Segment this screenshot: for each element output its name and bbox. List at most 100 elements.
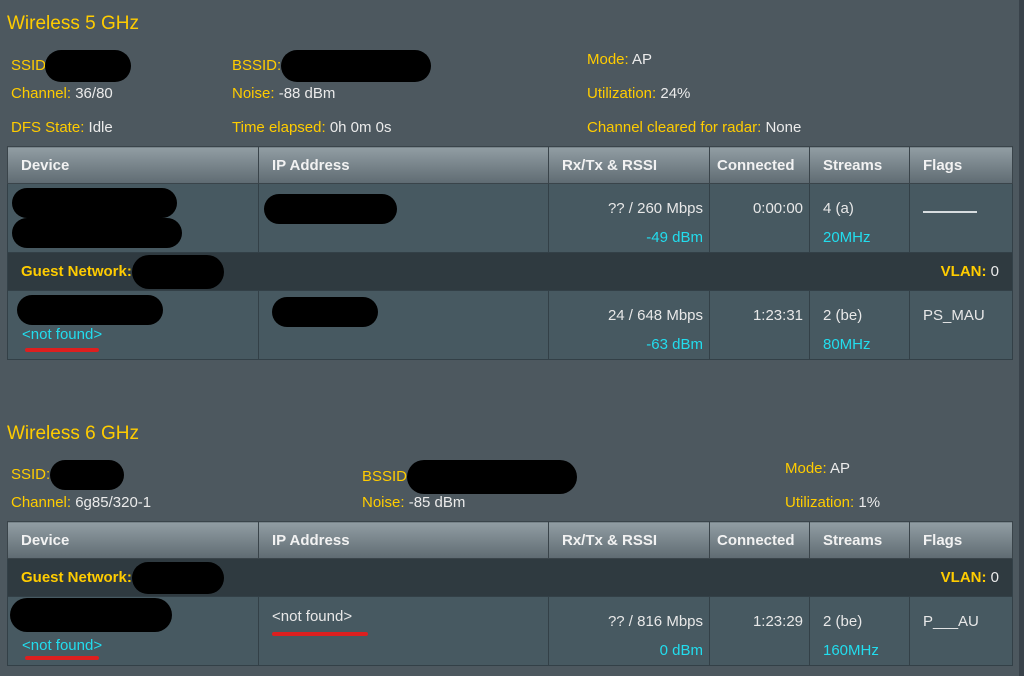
red-underline-annotation	[25, 348, 99, 352]
flags-cell: P___AU	[909, 596, 1013, 666]
clients-table-5ghz: Device IP Address Rx/Tx & RSSI Connected…	[7, 146, 1013, 360]
ip-cell	[258, 183, 549, 253]
table-row: ?? / 260 Mbps -49 dBm 0:00:00 4 (a) 20MH…	[7, 183, 1013, 253]
connected-cell: 1:23:31	[709, 290, 810, 360]
ssid-label: SSID	[11, 56, 47, 74]
dfs-label: DFS State:	[11, 119, 85, 136]
streams-cell: 2 (be) 160MHz	[809, 596, 910, 666]
redacted-device-name	[10, 598, 172, 632]
noise-value: -85 dBm	[408, 494, 466, 511]
ip-cell: <not found>	[258, 596, 549, 666]
col-streams[interactable]: Streams	[809, 146, 910, 184]
rate-cell: ?? / 816 Mbps 0 dBm	[548, 596, 710, 666]
rssi-value: -63 dBm	[646, 336, 703, 353]
noise-5ghz: Noise: -88 dBm	[232, 85, 335, 102]
channel-label: Channel:	[11, 494, 72, 511]
radar-cleared-5ghz: Channel cleared for radar: None	[587, 119, 801, 136]
noise-6ghz: Noise: -85 dBm	[362, 494, 465, 511]
mode-6ghz: Mode: AP	[785, 460, 850, 477]
mode-label: Mode:	[785, 460, 827, 477]
red-underline-annotation	[25, 656, 99, 660]
col-ip-address[interactable]: IP Address	[258, 521, 549, 559]
col-flags[interactable]: Flags	[909, 146, 1013, 184]
bssid-label: BSSID	[362, 467, 408, 485]
col-flags[interactable]: Flags	[909, 521, 1013, 559]
red-underline-annotation	[272, 632, 368, 636]
utilization-label: Utilization:	[785, 494, 855, 511]
mode-value: AP	[830, 460, 851, 477]
rate-value: ?? / 260 Mbps	[607, 200, 703, 217]
col-ip-address[interactable]: IP Address	[258, 146, 549, 184]
bssid-5ghz: BSSID:	[232, 50, 432, 82]
table-row: <not found> 24 / 648 Mbps -63 dBm 1:23:3…	[7, 290, 1013, 360]
bssid-label: BSSID:	[232, 56, 282, 74]
connected-cell: 1:23:29	[709, 596, 810, 666]
guest-network-label: Guest Network:	[21, 262, 132, 280]
device-not-found: <not found>	[22, 326, 103, 343]
utilization-6ghz: Utilization: 1%	[785, 494, 880, 511]
vlan-value: 0	[990, 263, 999, 280]
mode-5ghz: Mode: AP	[587, 51, 652, 68]
device-cell	[7, 183, 259, 253]
connected-value: 1:23:29	[752, 613, 803, 630]
streams-value: 4 (a)	[823, 200, 854, 217]
radar-label: Channel cleared for radar:	[587, 119, 762, 136]
rssi-value: -49 dBm	[646, 229, 703, 246]
rate-cell: ?? / 260 Mbps -49 dBm	[548, 183, 710, 253]
channel-value: 6g85/320-1	[75, 494, 152, 511]
window-edge	[1019, 0, 1024, 676]
ssid-label: SSID:	[11, 465, 51, 483]
col-connected[interactable]: Connected	[709, 521, 810, 559]
flags-cell	[909, 183, 1013, 253]
guest-network-row: Guest Network: VLAN: 0	[7, 558, 1013, 597]
channel-label: Channel:	[11, 85, 72, 102]
mode-value: AP	[632, 51, 653, 68]
bssid-6ghz: BSSID	[362, 460, 578, 494]
noise-value: -88 dBm	[278, 85, 336, 102]
utilization-label: Utilization:	[587, 85, 657, 102]
redacted-bssid	[281, 50, 432, 82]
col-connected[interactable]: Connected	[709, 146, 810, 184]
noise-label: Noise:	[232, 85, 275, 102]
clients-table-6ghz: Device IP Address Rx/Tx & RSSI Connected…	[7, 521, 1013, 666]
guest-network-row: Guest Network: VLAN: 0	[7, 252, 1013, 291]
elapsed-value: 0h 0m 0s	[329, 119, 392, 136]
section-title-5ghz: Wireless 5 GHz	[7, 13, 139, 34]
channel-value: 36/80	[75, 85, 113, 102]
flags-empty	[923, 211, 977, 213]
noise-label: Noise:	[362, 494, 405, 511]
col-device[interactable]: Device	[7, 146, 259, 184]
rate-cell: 24 / 648 Mbps -63 dBm	[548, 290, 710, 360]
vlan-value: 0	[990, 569, 999, 586]
vlan-label: VLAN:	[940, 263, 987, 280]
vlan-label: VLAN:	[940, 569, 987, 586]
rssi-value: 0 dBm	[659, 642, 703, 659]
redacted-guest-ssid	[131, 561, 224, 594]
rate-value: 24 / 648 Mbps	[607, 307, 703, 324]
bandwidth-value: 160MHz	[823, 642, 879, 659]
table-header: Device IP Address Rx/Tx & RSSI Connected…	[7, 146, 1013, 184]
bandwidth-value: 20MHz	[823, 229, 871, 246]
col-device[interactable]: Device	[7, 521, 259, 559]
channel-6ghz: Channel: 6g85/320-1	[11, 494, 151, 511]
mode-label: Mode:	[587, 51, 629, 68]
col-rxtx-rssi[interactable]: Rx/Tx & RSSI	[548, 146, 710, 184]
flags-value: P___AU	[923, 613, 979, 630]
section-title-6ghz: Wireless 6 GHz	[7, 423, 139, 444]
device-cell: <not found>	[7, 290, 259, 360]
redacted-device-name	[12, 188, 177, 218]
dfs-state-5ghz: DFS State: Idle	[11, 119, 113, 136]
utilization-value: 1%	[858, 494, 881, 511]
guest-network-label: Guest Network:	[21, 568, 132, 586]
streams-cell: 2 (be) 80MHz	[809, 290, 910, 360]
radar-value: None	[765, 119, 802, 136]
redacted-ssid	[50, 460, 125, 490]
ssid-5ghz: SSID	[11, 50, 132, 82]
table-row: <not found> <not found> ?? / 816 Mbps 0 …	[7, 596, 1013, 666]
col-streams[interactable]: Streams	[809, 521, 910, 559]
redacted-device-mac	[12, 218, 182, 248]
streams-cell: 4 (a) 20MHz	[809, 183, 910, 253]
col-rxtx-rssi[interactable]: Rx/Tx & RSSI	[548, 521, 710, 559]
flags-cell: PS_MAU	[909, 290, 1013, 360]
redacted-ip	[272, 297, 378, 327]
